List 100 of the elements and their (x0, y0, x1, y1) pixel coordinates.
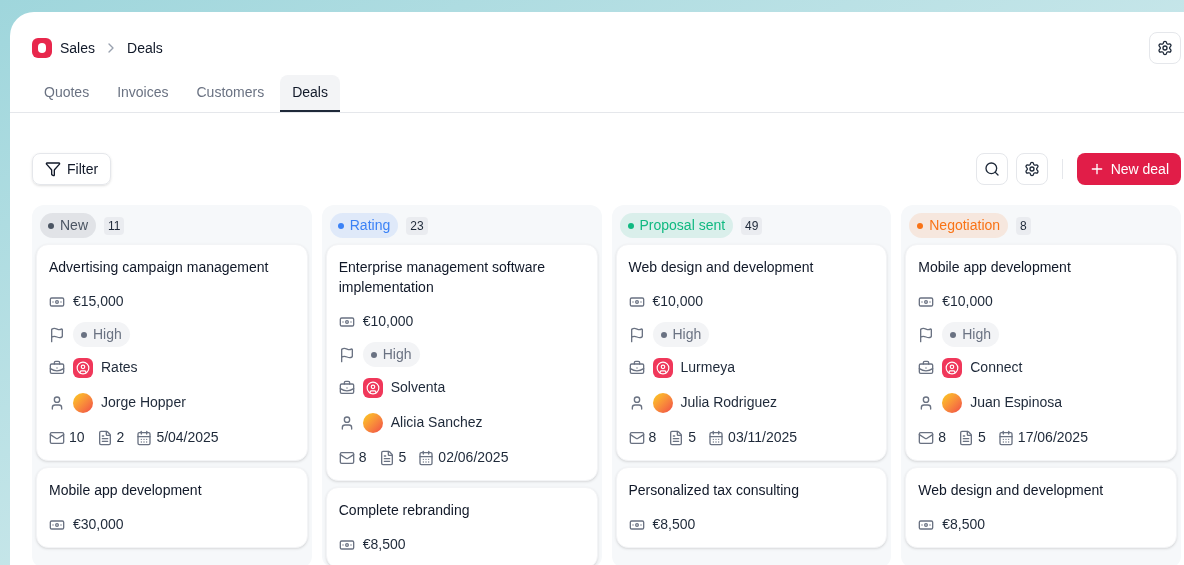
count-badge: 11 (104, 216, 125, 235)
owner-name: Juan Espinosa (970, 393, 1063, 412)
document-count: 5 (978, 428, 986, 447)
deal-date: 03/11/2025 (728, 428, 798, 447)
priority-pill: High (942, 322, 1000, 347)
deal-card[interactable]: Mobile app development €30,000 (36, 467, 308, 548)
company-name: Lurmeya (680, 358, 735, 377)
mail-icon (49, 429, 65, 446)
deal-title: Enterprise management software implementation (338, 258, 546, 297)
count-badge: 49 (741, 216, 763, 235)
avatar (362, 412, 383, 433)
status-pill: New (40, 213, 96, 238)
tab[interactable]: Deals (280, 75, 340, 112)
priority-pill: High (362, 342, 420, 367)
status-pill: Rating (329, 213, 399, 238)
briefcase-icon (49, 359, 65, 376)
email-count: 10 (69, 428, 85, 447)
deal-title: Advertising campaign management (49, 258, 270, 277)
document-count: 2 (116, 428, 125, 447)
count-badge: 8 (1016, 216, 1031, 235)
breadcrumb-current: Deals (127, 38, 163, 58)
deal-title: Web design and development (628, 258, 815, 277)
search-button[interactable] (975, 153, 1008, 185)
deal-title: Mobile app development (49, 481, 203, 500)
deal-title: Complete rebranding (338, 501, 471, 520)
document-count: 5 (398, 448, 407, 467)
tab[interactable]: Customers (184, 75, 277, 110)
company-name: Rates (101, 358, 138, 377)
calendar-icon (708, 429, 725, 446)
deal-amount: €10,000 (652, 292, 704, 311)
deal-amount: €8,500 (362, 535, 406, 554)
owner-name: Julia Rodriguez (680, 393, 777, 412)
filter-button[interactable]: Filter (32, 153, 112, 185)
deal-amount: €8,500 (942, 515, 986, 534)
deal-amount: €30,000 (73, 515, 124, 534)
deal-card[interactable]: Web design and development €8,500 (905, 467, 1177, 548)
email-count: 8 (358, 448, 367, 467)
avatar (652, 392, 673, 413)
priority-pill: High (652, 322, 710, 347)
deal-card[interactable]: Advertising campaign management €15,000 High Rates Jorge Hopper 10 2 5/04/2025 (36, 244, 308, 461)
company-logo-icon (73, 357, 93, 378)
deal-date: 02/06/2025 (438, 448, 509, 467)
email-count: 8 (938, 428, 947, 447)
deal-title: Personalized tax consulting (628, 481, 800, 500)
count-badge: 23 (406, 216, 428, 235)
deal-card[interactable]: Personalized tax consulting €8,500 (615, 467, 888, 548)
mail-icon (628, 429, 645, 446)
document-icon (378, 449, 395, 466)
tab[interactable]: Quotes (32, 75, 102, 110)
mail-icon (918, 429, 935, 446)
deal-title: Web design and development (918, 481, 1105, 500)
document-icon (958, 429, 975, 446)
new-deal-button[interactable]: New deal (1076, 153, 1181, 185)
owner-name: Alicia Sanchez (390, 413, 483, 432)
gear-icon (1023, 161, 1040, 177)
avatar (942, 392, 963, 413)
owner-name: Jorge Hopper (101, 393, 186, 412)
email-count: 8 (648, 428, 657, 447)
document-icon (96, 429, 113, 446)
deal-card[interactable]: Complete rebranding €8,500 (325, 487, 598, 565)
deal-amount: €8,500 (652, 515, 696, 534)
settings-button[interactable] (1149, 32, 1181, 64)
tab[interactable]: Invoices (105, 75, 181, 110)
gear-icon (1157, 40, 1173, 56)
status-pill: Negotiation (909, 213, 1009, 238)
briefcase-icon (628, 359, 645, 376)
deal-amount: €10,000 (942, 292, 993, 311)
briefcase-icon (338, 379, 355, 396)
flag-icon (918, 326, 935, 343)
company-logo-icon (942, 357, 963, 378)
company-logo-icon (652, 357, 673, 378)
calendar-icon (997, 429, 1014, 446)
priority-pill: High (73, 322, 130, 347)
filter-icon (45, 161, 61, 177)
person-icon (49, 394, 65, 411)
deal-amount: €15,000 (73, 292, 124, 311)
briefcase-icon (918, 359, 935, 376)
deal-amount: €10,000 (362, 312, 414, 331)
company-name: Solventa (390, 378, 446, 397)
company-logo-icon (362, 377, 383, 398)
calendar-icon (136, 429, 153, 446)
deal-date: 17/06/2025 (1017, 428, 1088, 447)
mail-icon (338, 449, 355, 466)
settings-button[interactable] (1015, 153, 1048, 185)
document-icon (668, 429, 685, 446)
deal-card[interactable]: Web design and development €10,000 High Lurmeya Julia Rodriguez 8 5 03/11/2025 (615, 244, 888, 461)
avatar (73, 392, 93, 413)
company-name: Connect (970, 358, 1023, 377)
deal-card[interactable]: Mobile app development €10,000 High Connect Juan Espinosa 8 5 17/06/2025 (905, 244, 1177, 461)
flag-icon (49, 326, 65, 343)
flag-icon (338, 346, 355, 363)
deal-date: 5/04/2025 (156, 428, 219, 447)
deal-card[interactable]: Enterprise management software implementation €10,000 High Solventa Alicia Sanchez 8 5 02/06/2025 (325, 244, 598, 481)
breadcrumb-link[interactable]: Sales (60, 37, 96, 59)
search-icon (983, 161, 1000, 177)
document-count: 5 (688, 428, 697, 447)
status-pill: Proposal sent (619, 213, 734, 238)
calendar-icon (418, 449, 435, 466)
deal-title: Mobile app development (918, 258, 1072, 277)
flag-icon (628, 326, 645, 343)
